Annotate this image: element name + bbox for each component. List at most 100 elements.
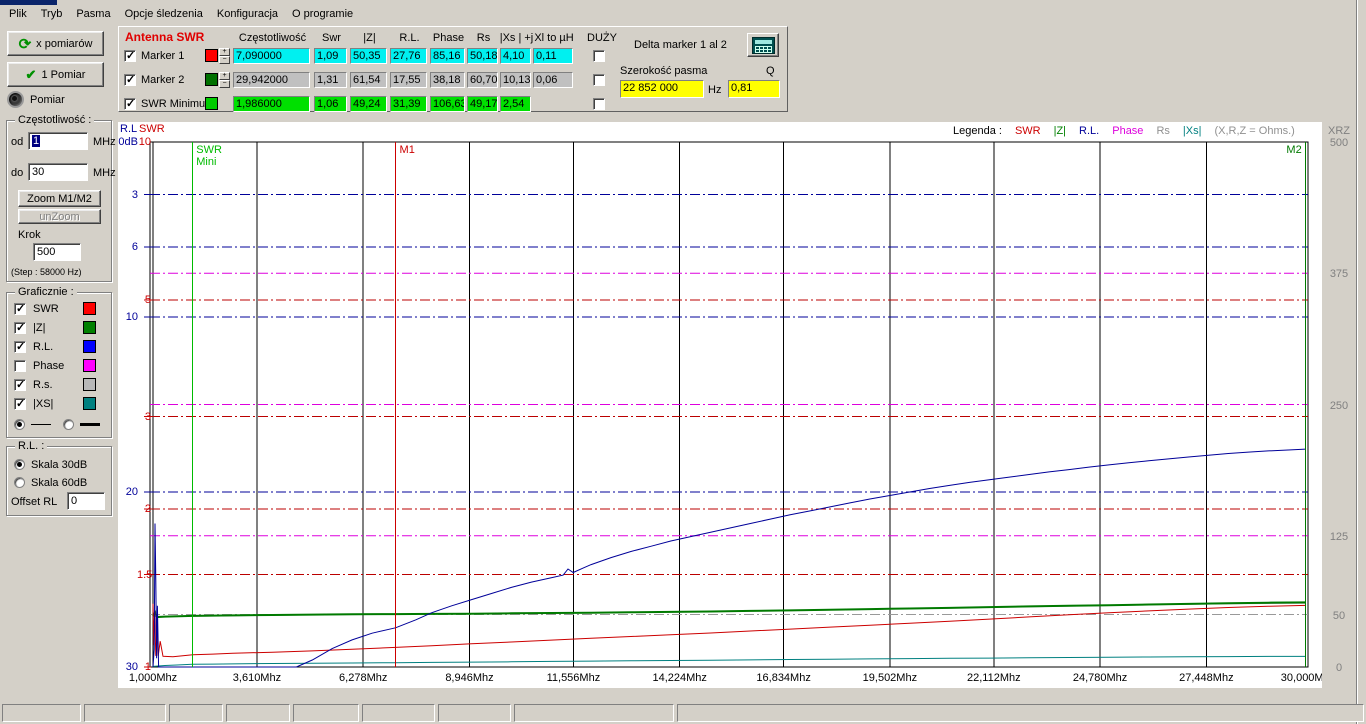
column-header: DUŻY xyxy=(587,32,617,44)
column-header: |Xs | +j xyxy=(499,32,534,44)
value-field-freq[interactable]: 29,942000 xyxy=(233,72,310,88)
unzoom-button[interactable]: unZoom xyxy=(18,209,101,224)
spinner-down-button[interactable]: − xyxy=(219,80,230,88)
rl-scale-groupbox: R.L. : Skala 30dB Skala 60dB Offset RL 0 xyxy=(6,440,112,516)
column-header: |Z| xyxy=(363,32,376,44)
freq-tick-label: 16,834Mhz xyxy=(756,672,811,684)
graph-checkbox-rl[interactable] xyxy=(14,340,26,353)
value-field-xs[interactable]: 2,54 xyxy=(500,96,531,112)
freq-tick-label: 19,502Mhz xyxy=(862,672,918,684)
line-thick-radio[interactable] xyxy=(63,419,74,430)
column-header: Rs xyxy=(476,32,491,44)
menu-item-3[interactable]: Pasma xyxy=(69,6,117,22)
status-panel-1 xyxy=(2,704,81,722)
app-window: Plik Tryb Pasma Opcje śledzenia Konfiguracja… xyxy=(0,0,1366,724)
duzy-checkbox[interactable] xyxy=(593,50,605,62)
freq-tick-label: 11,556Mhz xyxy=(546,672,601,684)
value-field-xs[interactable]: 10,13 xyxy=(500,72,531,88)
value-field-z[interactable]: 49,24 xyxy=(350,96,387,112)
graph-checkbox-rs[interactable] xyxy=(14,378,26,391)
freq-from-label: od xyxy=(11,136,24,148)
delta-calculator-button[interactable] xyxy=(747,33,779,57)
value-field-phase[interactable]: 106,63 xyxy=(430,96,465,112)
frequency-group-title: Częstotliwość : xyxy=(15,114,95,126)
freq-tick-label: 6,278Mhz xyxy=(339,672,388,684)
duzy-checkbox[interactable] xyxy=(593,98,605,110)
graph-checkbox-z[interactable] xyxy=(14,321,26,334)
rl-scale-radio-2[interactable] xyxy=(14,477,25,488)
check-icon: ✔ xyxy=(25,66,37,82)
marker-label: SWR xyxy=(196,144,222,156)
offset-rl-input[interactable]: 0 xyxy=(67,492,105,510)
line-thin-radio[interactable] xyxy=(14,419,25,430)
swr-axis-label: 10 xyxy=(138,136,151,148)
rl-scale-label: Skala 60dB xyxy=(31,477,88,489)
series-curve-xs xyxy=(152,655,1306,667)
row-enable-checkbox[interactable] xyxy=(124,49,136,62)
value-field-xl[interactable]: 0,06 xyxy=(533,72,573,88)
spinner-down-button[interactable]: − xyxy=(219,56,230,64)
value-field-rl[interactable]: 27,76 xyxy=(390,48,427,64)
freq-tick-label: 1,000Mhz xyxy=(128,672,178,684)
graph-checkbox-phase[interactable] xyxy=(14,360,26,372)
spinner-up-button[interactable]: + xyxy=(219,72,230,80)
status-panel-9 xyxy=(677,704,1364,722)
swr-axis-label: 3 xyxy=(144,410,151,423)
value-field-z[interactable]: 50,35 xyxy=(350,48,387,64)
multi-measure-label: x pomiarów xyxy=(36,37,93,50)
menu-item-4[interactable]: Opcje śledzenia xyxy=(118,6,210,22)
graph-checkbox-xs[interactable] xyxy=(14,397,26,410)
menu-item-5[interactable]: Konfiguracja xyxy=(210,6,285,22)
bandwidth-value-field: 22 852 000 xyxy=(620,80,704,98)
rl-axis-label: 20 xyxy=(125,486,138,498)
value-field-phase[interactable]: 85,16 xyxy=(430,48,465,64)
value-field-rs[interactable]: 50,18 xyxy=(467,48,498,64)
graph-group-title: Graficznie : xyxy=(15,286,77,298)
rl-scale-radio-1[interactable] xyxy=(14,459,25,470)
spinner-up-button[interactable]: + xyxy=(219,48,230,56)
single-measure-button[interactable]: ✔ 1 Pomiar xyxy=(7,62,104,87)
row-enable-checkbox[interactable] xyxy=(124,73,136,86)
value-field-rl[interactable]: 17,55 xyxy=(390,72,427,88)
value-field-rs[interactable]: 60,70 xyxy=(467,72,498,88)
column-header: Phase xyxy=(432,32,465,44)
window-right-groove xyxy=(1356,0,1358,724)
marker-step-spinner: + − xyxy=(219,72,230,88)
freq-from-input[interactable]: 1 xyxy=(28,132,88,150)
value-field-freq[interactable]: 1,986000 xyxy=(233,96,310,112)
value-field-xs[interactable]: 4,10 xyxy=(500,48,531,64)
value-field-xl[interactable]: 0,11 xyxy=(533,48,573,64)
xrz-axis-label: 50 xyxy=(1332,609,1346,622)
value-field-freq[interactable]: 7,090000 xyxy=(233,48,310,64)
duzy-checkbox[interactable] xyxy=(593,74,605,86)
value-field-z[interactable]: 61,54 xyxy=(350,72,387,88)
column-header: Xl to µH xyxy=(534,32,574,44)
bandwidth-label: Szerokość pasma xyxy=(620,65,708,77)
marker-label: Mini xyxy=(196,156,216,168)
row-enable-checkbox[interactable] xyxy=(124,97,136,110)
menu-item-2[interactable]: Tryb xyxy=(34,6,70,22)
series-color-swatch xyxy=(83,359,96,372)
row-label: Marker 2 xyxy=(141,74,185,86)
step-input[interactable]: 500 xyxy=(33,243,81,261)
thick-line-icon xyxy=(80,423,100,426)
menu-item-6[interactable]: O programie xyxy=(285,6,360,22)
menu-item-1[interactable]: Plik xyxy=(2,6,34,22)
value-field-swr[interactable]: 1,06 xyxy=(314,96,347,112)
zoom-m1-m2-button[interactable]: Zoom M1/M2 xyxy=(18,190,101,207)
series-color-swatch xyxy=(83,397,96,410)
graph-checkbox-swr[interactable] xyxy=(14,302,26,315)
xrz-axis-label: 125 xyxy=(1329,530,1349,543)
freq-from-unit: MHz xyxy=(93,136,116,148)
value-field-swr[interactable]: 1,09 xyxy=(314,48,347,64)
thin-line-icon xyxy=(31,424,51,425)
value-field-rl[interactable]: 31,39 xyxy=(390,96,427,112)
freq-to-input[interactable]: 30 xyxy=(28,163,88,181)
multi-measure-button[interactable]: ⟳ x pomiarów xyxy=(7,31,104,56)
step-label: Krok xyxy=(18,229,41,241)
status-panel-7 xyxy=(438,704,511,722)
refresh-icon: ⟳ xyxy=(18,35,32,53)
value-field-rs[interactable]: 49,17 xyxy=(467,96,498,112)
value-field-swr[interactable]: 1,31 xyxy=(314,72,347,88)
value-field-phase[interactable]: 38,18 xyxy=(430,72,465,88)
